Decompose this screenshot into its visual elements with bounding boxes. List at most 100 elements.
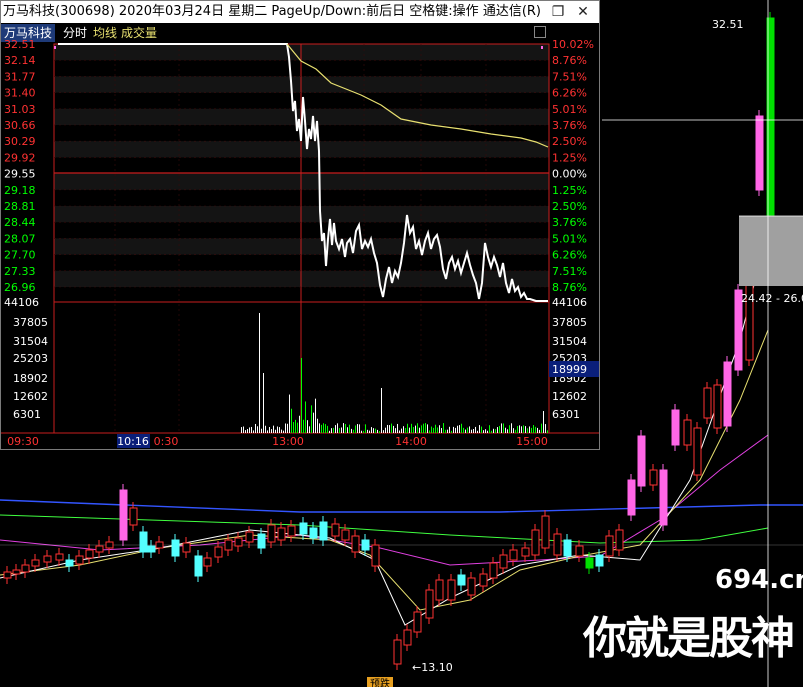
volume-bar [387,424,388,433]
intraday-chart: 32.51 32.14 31.77 31.40 31.03 30.66 30.29 29.92… [1,38,599,448]
volume-bar [265,425,266,433]
volume-bar [311,405,312,433]
volume-bar [287,423,288,433]
volume-tick-label: 37805 [13,316,48,329]
candlestick [155,541,164,549]
price-tick-label: 31.77 [4,70,36,83]
candlestick [139,531,148,553]
volume-bar [283,430,284,433]
candlestick [277,527,286,541]
volume-bar [495,429,496,433]
volume-bar [525,426,526,433]
volume-bar [475,426,476,433]
volume-bar [379,430,380,433]
price-tick-label: 30.29 [4,135,36,148]
volume-bar [511,423,512,433]
volume-bar [451,430,452,433]
volume-bar [513,428,514,433]
candlestick [31,559,40,567]
volume-bar [487,430,488,433]
candlestick [479,573,488,587]
marker [541,46,543,49]
volume-bar [411,423,412,433]
candlestick [595,554,604,567]
volume-bar [375,428,376,433]
candlestick [703,387,712,419]
volume-bar [385,427,386,433]
candlestick [467,577,476,596]
candlestick [147,545,156,553]
volume-bar [433,427,434,433]
time-tick-label: 0:30 [154,435,179,448]
candlestick [171,539,180,557]
volume-bar [331,428,332,433]
volume-bar [251,426,252,433]
ma-magenta-line [0,434,769,566]
price-tick-label: 28.44 [4,216,36,229]
percent-tick-label: 3.76% [552,119,587,132]
overlay-box [739,216,803,286]
volume-bar [509,425,510,433]
volume-bar [529,426,530,433]
volume-bar [389,425,390,433]
range-label: 24.42 - 26.0 [741,292,803,305]
candlestick [457,574,466,586]
candlestick [393,639,402,665]
volume-bar [533,425,534,433]
candlestick [683,419,692,446]
volume-bar [541,423,542,433]
volume-bar [345,424,346,433]
volume-bar [547,430,548,433]
candlestick [287,525,296,537]
volume-bar [383,430,384,433]
high-price-label: 32.51 [712,18,744,31]
time-cursor-label: 10:16 [117,435,149,448]
volume-bar [353,429,354,433]
volume-bar [419,427,420,433]
candlestick [693,427,702,476]
price-tick-label: 31.40 [4,87,36,100]
volume-bar [359,424,360,433]
volume-bar [285,423,286,433]
volume-bar [441,428,442,433]
volume-bar [421,425,422,433]
volume-bar [485,429,486,433]
volume-tick-label: 31504 [13,335,48,348]
volume-bar [343,423,344,433]
volume-bar [459,425,460,433]
volume-bar [307,420,308,433]
volume-bar [329,430,330,433]
volume-bar [339,428,340,433]
volume-bar [545,424,546,433]
percent-tick-label: 6.26% [552,249,587,262]
low-price-label: ←13.10 [412,661,453,674]
candlestick [257,533,266,549]
volume-bar [457,425,458,433]
volume-tick-label-right: 37805 [552,316,587,329]
candlestick [413,611,422,633]
candlestick [119,489,128,541]
time-tick-label: 14:00 [395,435,427,448]
volume-bar [337,423,338,433]
candlestick [615,529,624,551]
candlestick [129,507,138,526]
candlestick [649,469,658,486]
candlestick [425,589,434,619]
percent-tick-label: 5.01% [552,232,587,245]
volume-bar [247,429,248,433]
volume-bar [521,426,522,433]
intraday-window[interactable]: 万马科技(300698) 2020年03月24日 星期二 PageUp/Down… [0,0,600,450]
volume-bar [367,429,368,433]
candlestick [713,384,722,429]
volume-bar [467,427,468,433]
candlestick [331,523,340,537]
volume-bar [455,427,456,433]
volume-bar [497,427,498,433]
volume-bar [391,423,392,433]
candlestick [21,564,30,573]
candlestick [85,549,94,559]
candlestick [755,115,764,191]
volume-bar [539,429,540,433]
candlestick [234,537,243,547]
price-tick-label: 29.92 [4,151,36,164]
